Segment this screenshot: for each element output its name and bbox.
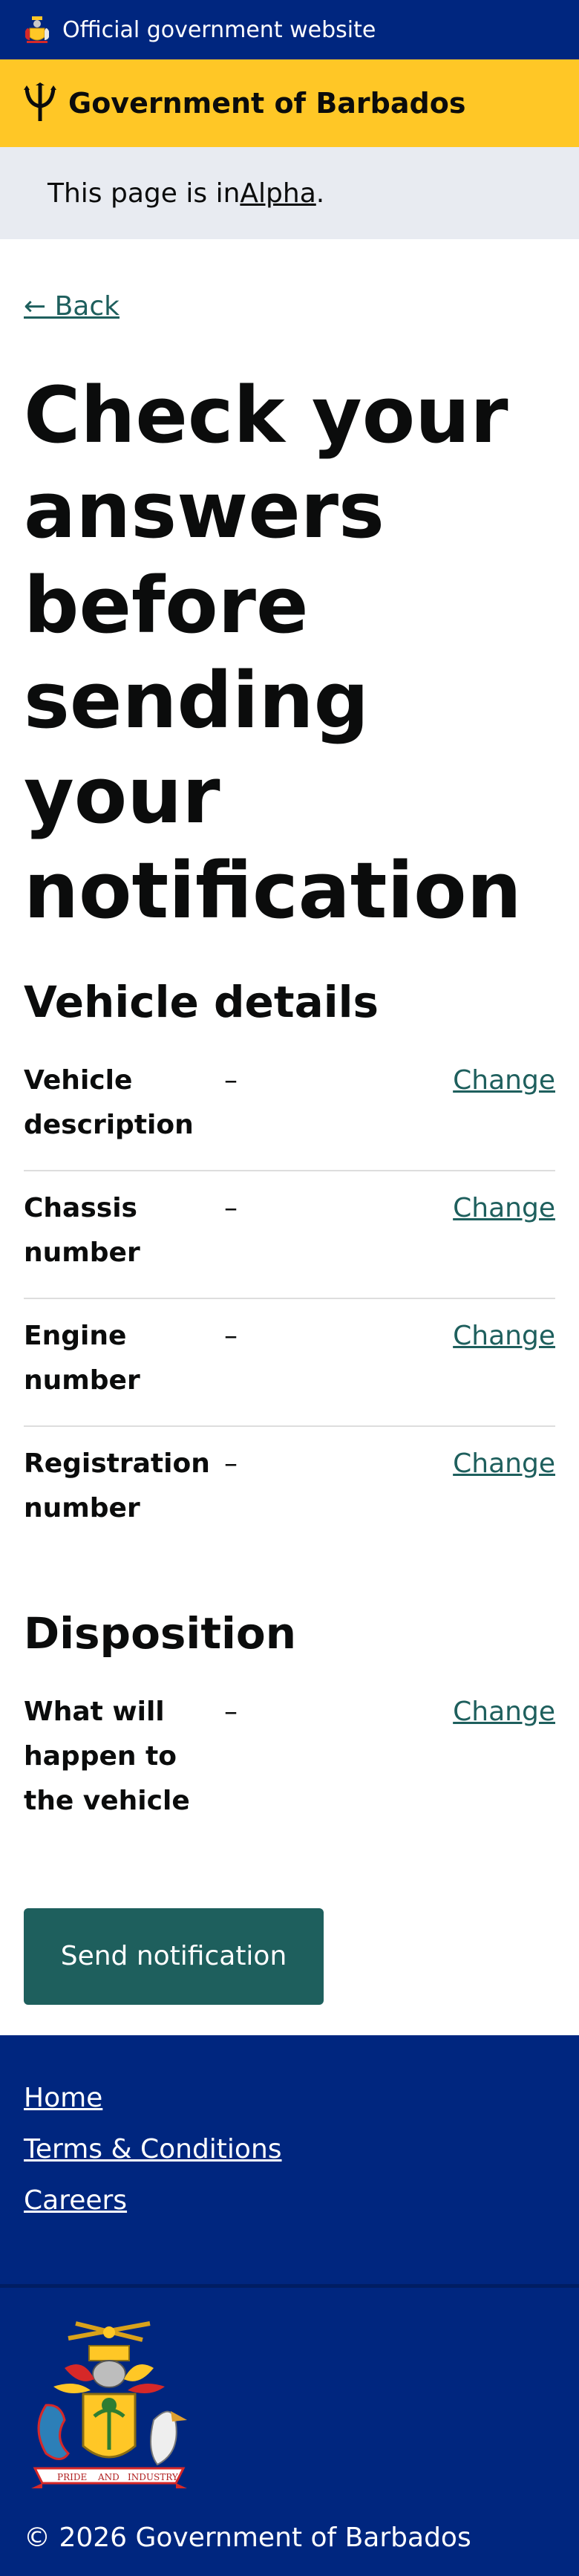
site-header: Government of Barbados <box>0 59 579 147</box>
phase-banner: This page is in Alpha. <box>0 147 579 239</box>
main-content: ← Back Check your answers before sending… <box>0 239 579 2005</box>
phase-banner-suffix: . <box>315 178 325 209</box>
official-website-text: Official government website <box>62 16 376 43</box>
footer-link-careers[interactable]: Careers <box>24 2185 555 2216</box>
change-registration-number-link[interactable]: Change <box>453 1442 555 1531</box>
summary-key: Vehicle description <box>24 1065 194 1140</box>
change-vehicle-description-link[interactable]: Change <box>453 1058 555 1148</box>
coat-of-arms-icon <box>25 16 49 43</box>
motto-word: AND <box>97 2472 120 2482</box>
summary-value: – <box>224 1321 238 1351</box>
summary-row-engine-number: Engine number – Change <box>24 1299 555 1427</box>
copyright-text: © 2026 Government of Barbados <box>24 2523 471 2553</box>
motto-word: PRIDE <box>57 2472 87 2482</box>
summary-value: – <box>224 1448 238 1479</box>
summary-value: – <box>224 1193 238 1223</box>
footer-bottom: PRIDE AND INDUSTRY © 2026 Government of … <box>0 2288 579 2576</box>
summary-value: – <box>224 1697 238 1727</box>
coat-of-arms-icon: PRIDE AND INDUSTRY <box>31 2321 187 2488</box>
site-title-link[interactable]: Government of Barbados <box>68 87 465 120</box>
phase-banner-prefix: This page is in <box>48 178 241 209</box>
page-title: Check your answers before sending your n… <box>24 370 522 936</box>
section-title-disposition: Disposition <box>24 1608 297 1659</box>
summary-row-chassis-number: Chassis number – Change <box>24 1171 555 1299</box>
change-vehicle-outcome-link[interactable]: Change <box>453 1690 555 1824</box>
summary-value: – <box>224 1065 238 1096</box>
footer-links: Home Terms & Conditions Careers <box>0 2035 579 2288</box>
change-engine-number-link[interactable]: Change <box>453 1314 555 1403</box>
summary-key: Registration number <box>24 1448 210 1523</box>
send-notification-button[interactable]: Send notification <box>24 1908 324 2005</box>
official-website-bar: Official government website <box>0 0 579 59</box>
phase-link[interactable]: Alpha <box>240 178 315 209</box>
summary-key: What will happen to the vehicle <box>24 1697 190 1816</box>
summary-key: Engine number <box>24 1321 140 1396</box>
summary-list-disposition: What will happen to the vehicle – Change <box>24 1690 555 1846</box>
summary-row-vehicle-outcome: What will happen to the vehicle – Change <box>24 1690 555 1846</box>
section-title-vehicle-details: Vehicle details <box>24 977 379 1027</box>
summary-list-vehicle-details: Vehicle description – Change Chassis num… <box>24 1058 555 1553</box>
footer-link-terms[interactable]: Terms & Conditions <box>24 2134 555 2164</box>
footer-link-home[interactable]: Home <box>24 2083 555 2113</box>
back-link[interactable]: ← Back <box>24 291 120 322</box>
summary-row-vehicle-description: Vehicle description – Change <box>24 1058 555 1171</box>
summary-row-registration-number: Registration number – Change <box>24 1427 555 1553</box>
change-chassis-number-link[interactable]: Change <box>453 1186 555 1275</box>
trident-icon <box>24 82 56 121</box>
summary-key: Chassis number <box>24 1193 140 1268</box>
motto-word: INDUSTRY <box>128 2472 179 2482</box>
site-footer: Home Terms & Conditions Careers PRIDE AN… <box>0 2035 579 2576</box>
